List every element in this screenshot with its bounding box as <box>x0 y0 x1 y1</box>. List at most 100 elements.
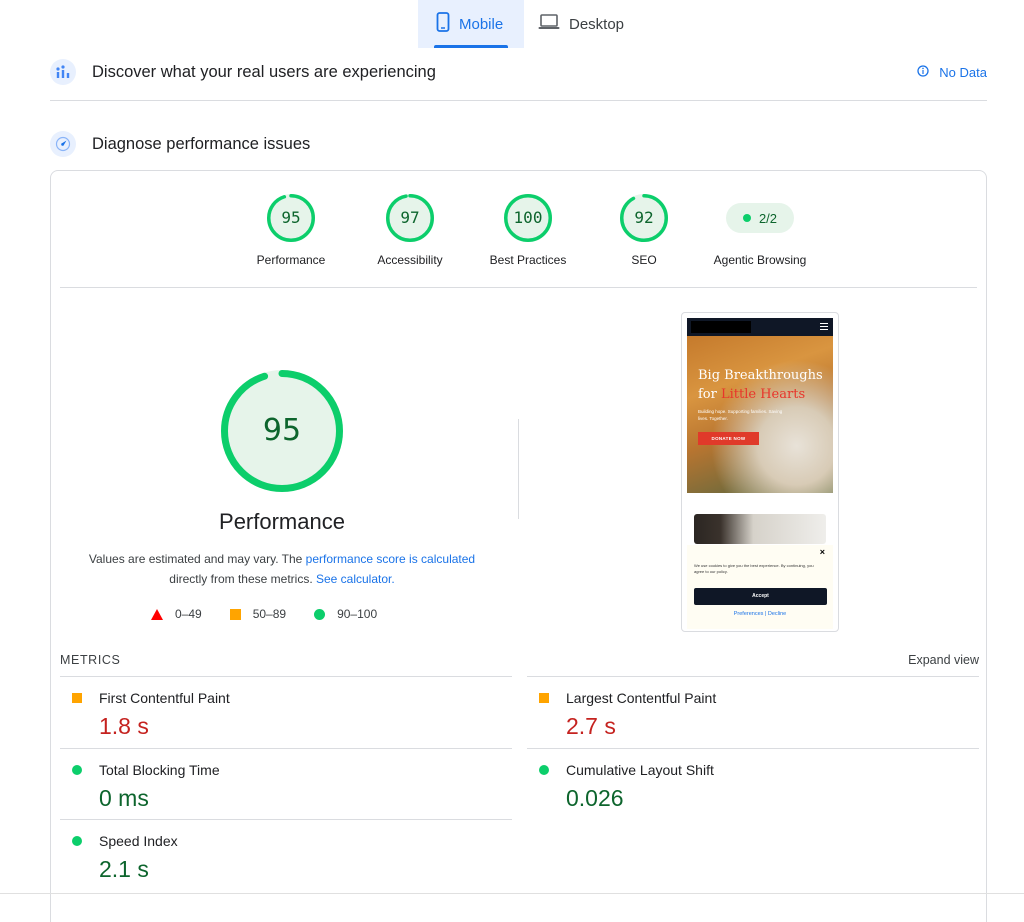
metric-fcp: First Contentful Paint 1.8 s <box>60 676 512 748</box>
gauge-label: Accessibility <box>377 253 443 267</box>
metric-name: Total Blocking Time <box>99 762 220 778</box>
tab-desktop[interactable]: Desktop <box>538 0 638 48</box>
metric-value: 2.1 s <box>99 856 149 882</box>
square-icon <box>229 608 241 620</box>
vertical-divider <box>518 419 519 519</box>
device-tabs: Mobile Desktop <box>0 0 1024 50</box>
card-divider <box>60 287 977 288</box>
field-data-section: Discover what your real users are experi… <box>50 58 987 86</box>
gauge-ring: 97 <box>385 193 435 243</box>
metric-name: Cumulative Layout Shift <box>566 762 714 778</box>
preview-donate-button: DONATE NOW <box>698 432 759 445</box>
expand-view-button[interactable]: Expand view <box>908 653 979 667</box>
gauge-score: 100 <box>513 208 543 227</box>
metric-cls: Cumulative Layout Shift 0.026 <box>527 748 979 820</box>
diagnose-icon <box>50 131 76 157</box>
preview-photo <box>694 514 826 544</box>
gauge-performance[interactable]: 95 Performance <box>231 193 351 267</box>
legend-good: 90–100 <box>314 607 377 621</box>
laptop-icon <box>538 14 560 34</box>
legend-poor-label: 0–49 <box>175 607 202 621</box>
active-tab-indicator <box>434 45 508 48</box>
gauge-score: 92 <box>634 208 654 227</box>
metric-name: First Contentful Paint <box>99 690 230 706</box>
score-legend: 0–49 50–89 90–100 <box>151 607 405 621</box>
circle-icon <box>314 608 326 620</box>
phone-icon <box>436 12 450 36</box>
desc-text-2: directly from these metrics. <box>169 572 316 586</box>
page-bottom-edge <box>0 893 1024 894</box>
cookie-links: Preferences | Decline <box>733 611 787 617</box>
score-calculated-link[interactable]: performance score is calculated <box>306 552 475 566</box>
metric-tbt: Total Blocking Time 0 ms <box>60 748 512 820</box>
no-data-indicator[interactable]: No Data <box>917 65 987 80</box>
metric-name: Speed Index <box>99 833 178 849</box>
average-square-icon <box>72 693 82 703</box>
good-circle-icon <box>72 765 82 775</box>
cookie-text: We use cookies to give you the best expe… <box>694 563 814 574</box>
field-data-title: Discover what your real users are experi… <box>92 62 436 81</box>
preview-header <box>687 318 833 336</box>
metric-value: 0 ms <box>99 785 149 811</box>
tab-mobile[interactable]: Mobile <box>418 0 524 48</box>
gauge-ring: 95 <box>266 193 316 243</box>
gauge-best-practices[interactable]: 100 Best Practices <box>468 193 588 267</box>
metric-lcp: Largest Contentful Paint 2.7 s <box>527 676 979 748</box>
no-data-label: No Data <box>939 64 987 80</box>
metric-value: 1.8 s <box>99 713 149 739</box>
performance-big-gauge: 95 <box>220 369 344 493</box>
agentic-pill: 2/2 <box>726 203 794 233</box>
metrics-header: METRICS Expand view <box>60 653 979 667</box>
lab-data-title: Diagnose performance issues <box>92 134 311 153</box>
gauge-label: Agentic Browsing <box>713 253 807 267</box>
gauge-label: Best Practices <box>489 253 567 267</box>
preview-logo-redacted <box>691 321 751 333</box>
gauge-label: Performance <box>256 253 326 267</box>
desc-text: Values are estimated and may vary. The <box>88 552 306 566</box>
info-icon <box>917 64 929 80</box>
gauge-score: 95 <box>281 208 301 227</box>
category-gauges: 95 Performance 97 Accessibility 100 Best… <box>51 193 986 283</box>
report-card: 95 Performance 97 Accessibility 100 Best… <box>50 170 987 922</box>
legend-good-label: 90–100 <box>337 607 378 621</box>
triangle-icon <box>151 608 163 620</box>
gauge-accessibility[interactable]: 97 Accessibility <box>350 193 470 267</box>
users-chart-icon <box>50 59 76 85</box>
pass-dot-icon <box>742 214 751 222</box>
hamburger-menu-icon <box>820 323 828 330</box>
legend-poor: 0–49 <box>151 607 202 621</box>
gauge-ring: 100 <box>503 193 553 243</box>
metric-value: 2.7 s <box>566 713 616 739</box>
big-gauge-score: 95 <box>262 413 302 448</box>
good-circle-icon <box>72 836 82 846</box>
legend-average-label: 50–89 <box>252 607 287 621</box>
section-divider <box>50 100 987 101</box>
tab-mobile-label: Mobile <box>459 15 504 33</box>
legend-average: 50–89 <box>229 607 287 621</box>
good-circle-icon <box>539 765 549 775</box>
close-icon: × <box>819 547 825 557</box>
preview-cookie-banner: × We use cookies to give you the best ex… <box>687 545 833 629</box>
headline-red: Little Hearts <box>721 387 806 402</box>
preview-hero: Big Breakthroughs for Little Hearts Buil… <box>687 336 833 493</box>
gauge-agentic-browsing[interactable]: 2/2 Agentic Browsing <box>700 193 820 267</box>
metric-speed-index: Speed Index 2.1 s <box>60 819 512 891</box>
page-screenshot-preview: Big Breakthroughs for Little Hearts Buil… <box>681 312 839 632</box>
cookie-accept-button: Accept <box>694 588 827 605</box>
see-calculator-link[interactable]: See calculator. <box>316 572 395 586</box>
preview-headline: Big Breakthroughs for Little Hearts <box>698 366 828 404</box>
gauge-ring: 92 <box>619 193 669 243</box>
metrics-title: METRICS <box>60 653 121 667</box>
agentic-value: 2/2 <box>758 210 778 226</box>
performance-description: Values are estimated and may vary. The p… <box>71 549 493 589</box>
metric-value: 0.026 <box>566 785 624 811</box>
gauge-score: 97 <box>400 208 420 227</box>
tab-desktop-label: Desktop <box>569 15 625 33</box>
preview-subtext: Building hope. Supporting families. Savi… <box>698 409 783 421</box>
gauge-seo[interactable]: 92 SEO <box>584 193 704 267</box>
performance-title: Performance <box>219 509 345 534</box>
metric-name: Largest Contentful Paint <box>566 690 717 706</box>
average-square-icon <box>539 693 549 703</box>
lab-data-section: Diagnose performance issues <box>50 130 987 158</box>
gauge-label: SEO <box>631 253 657 267</box>
